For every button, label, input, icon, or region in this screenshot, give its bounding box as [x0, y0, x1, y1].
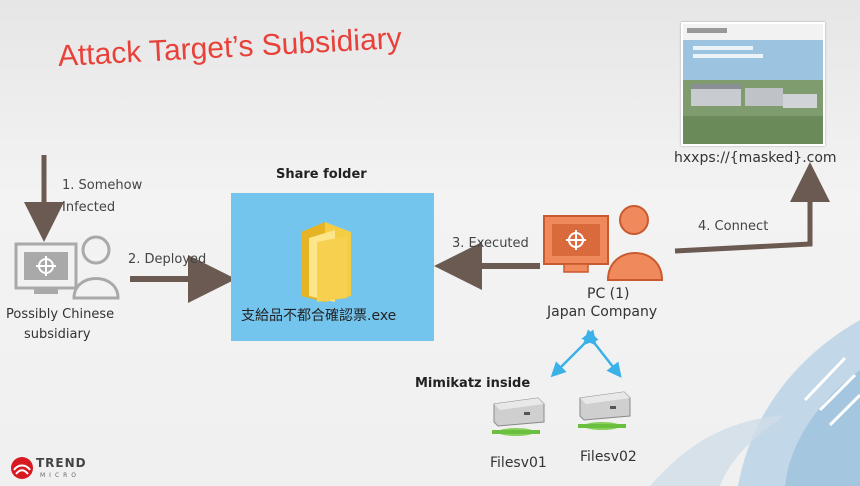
slide: Attack Target’s Subsidiary 1. Somehow In…	[0, 0, 860, 486]
label-url: hxxps://{masked}.com	[674, 150, 837, 166]
trend-micro-logo-icon	[11, 457, 33, 479]
japan-pc-user-icon	[543, 205, 664, 281]
subsidiary-pc-user-icon	[14, 235, 120, 300]
label-executed: 3. Executed	[452, 236, 529, 251]
label-subsidiary-line2: subsidiary	[24, 327, 91, 342]
server-icon-filesv01	[492, 397, 545, 436]
label-somehow: 1. Somehow	[62, 178, 143, 193]
website-screenshot-thumbnail	[681, 22, 825, 146]
label-filesv01: Filesv01	[490, 455, 547, 471]
folder-icon	[301, 222, 351, 302]
server-icon-filesv02	[578, 391, 631, 430]
folder-file-name: 支給品不都合確認票.exe	[241, 308, 397, 324]
label-deployed: 2. Deployed	[128, 252, 207, 267]
label-japan-company: Japan Company	[547, 304, 658, 320]
label-filesv02: Filesv02	[580, 449, 637, 465]
website-thumbnail-graphic	[683, 24, 823, 144]
label-pc1: PC (1)	[587, 286, 630, 302]
label-subsidiary-line1: Possibly Chinese	[6, 307, 115, 322]
server-links	[550, 329, 622, 378]
label-mimikatz: Mimikatz inside	[415, 376, 531, 391]
label-share-folder: Share folder	[276, 167, 367, 182]
label-connect: 4. Connect	[698, 219, 769, 234]
connect-arrow	[674, 162, 830, 254]
logo-subtext: MICRO	[40, 472, 81, 479]
logo-wordmark: TREND	[36, 456, 87, 470]
label-infected: Infected	[62, 200, 116, 215]
